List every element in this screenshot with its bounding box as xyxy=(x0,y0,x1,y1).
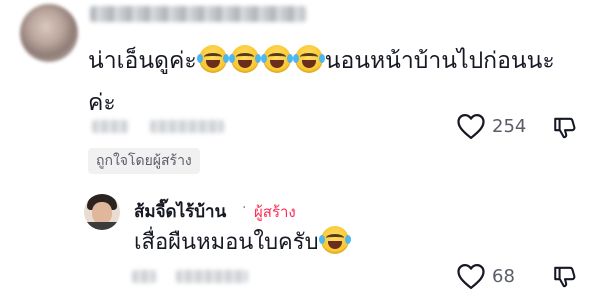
thumbs-down-icon xyxy=(554,117,576,139)
face-with-tears-of-joy-icon xyxy=(318,226,351,254)
reply-date-blurred xyxy=(132,270,156,283)
reply-author-name[interactable]: ส้มจี๊ดไร้บ้าน xyxy=(134,198,226,225)
reply-reply-link-blurred[interactable] xyxy=(176,270,248,283)
thumbs-down-icon xyxy=(554,266,576,288)
reply-text-content: เสื่อผืนหมอนใบครับ xyxy=(134,230,319,255)
liked-by-creator-badge: ถูกใจโดยผู้สร้าง xyxy=(88,148,200,174)
comment-text-part-1: น่าเอ็นดูค่ะ xyxy=(88,48,197,74)
reply-text: เสื่อผืนหมอนใบครับ xyxy=(134,226,351,260)
face-with-tears-of-joy-icon xyxy=(196,45,229,73)
creator-badge: ผู้สร้าง xyxy=(254,203,296,221)
comment-date-blurred xyxy=(92,120,128,133)
heart-outline-icon xyxy=(456,112,486,140)
comment-avatar[interactable] xyxy=(20,4,78,62)
reply-dislike-button[interactable] xyxy=(552,264,578,290)
face-with-tears-of-joy-icon xyxy=(228,45,261,73)
comment-reply-link-blurred[interactable] xyxy=(150,120,224,133)
reply-like-button[interactable]: 68 xyxy=(456,262,515,290)
face-with-tears-of-joy-icon xyxy=(260,45,293,73)
reply-separator: · xyxy=(242,200,247,216)
face-with-tears-of-joy-icon xyxy=(292,45,325,73)
comment-author-name-blurred[interactable] xyxy=(90,6,306,22)
heart-outline-icon xyxy=(456,262,486,290)
comment-like-count: 254 xyxy=(492,115,527,137)
reply-avatar[interactable] xyxy=(84,194,120,230)
comment-like-button[interactable]: 254 xyxy=(456,112,526,140)
comment-dislike-button[interactable] xyxy=(552,115,578,141)
reply-like-count: 68 xyxy=(492,265,515,287)
